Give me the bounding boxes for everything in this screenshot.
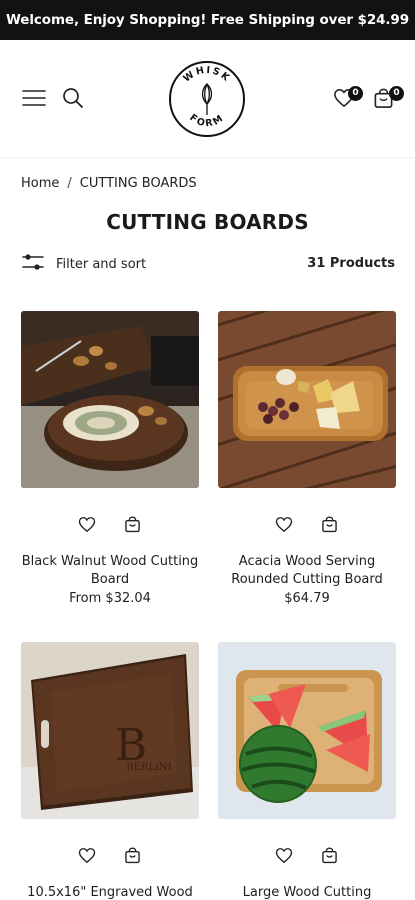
- heart-icon[interactable]: [78, 516, 96, 537]
- add-to-cart-icon[interactable]: [321, 516, 338, 537]
- product-price: From $32.04: [69, 591, 151, 606]
- breadcrumb: Home / CUTTING BOARDS: [21, 176, 197, 191]
- product-card[interactable]: Large Wood Cutting: [218, 642, 396, 900]
- wishlist-count-badge: 0: [348, 86, 363, 101]
- product-image-engraved-board[interactable]: B BERLINI: [21, 642, 199, 819]
- add-to-cart-icon[interactable]: [124, 847, 141, 868]
- search-icon[interactable]: [62, 87, 84, 109]
- product-image-acacia-board[interactable]: [218, 311, 396, 488]
- menu-icon[interactable]: [22, 88, 46, 108]
- add-to-cart-icon[interactable]: [321, 847, 338, 868]
- engraving-word: BERLINI: [126, 762, 172, 773]
- breadcrumb-current: CUTTING BOARDS: [79, 176, 197, 191]
- add-to-cart-icon[interactable]: [124, 516, 141, 537]
- breadcrumb-separator: /: [67, 176, 72, 191]
- product-image-large-wood-board[interactable]: [218, 642, 396, 819]
- whisk-form-logo[interactable]: WHISK FORM: [168, 60, 246, 138]
- breadcrumb-home-link[interactable]: Home: [21, 176, 59, 191]
- product-name[interactable]: Black Walnut Wood Cutting Board: [13, 553, 207, 589]
- product-count: 31 Products: [307, 256, 395, 271]
- cart-count-badge: 0: [389, 86, 404, 101]
- page-title: CUTTING BOARDS: [106, 210, 309, 234]
- filter-label: Filter and sort: [56, 256, 147, 272]
- filter-and-sort-button[interactable]: Filter and sort: [22, 252, 146, 276]
- product-card[interactable]: Acacia Wood Serving Rounded Cutting Boar…: [218, 311, 396, 606]
- sliders-icon: [22, 252, 44, 276]
- announcement-bar: Welcome, Enjoy Shopping! Free Shipping o…: [0, 0, 415, 40]
- product-card[interactable]: B BERLINI 10.5x16" Engraved Wood: [21, 642, 199, 900]
- site-header: WHISK FORM 0 0: [0, 40, 415, 158]
- header-divider: [0, 157, 415, 158]
- product-price: $64.79: [284, 591, 330, 606]
- product-name[interactable]: 10.5x16" Engraved Wood: [13, 884, 207, 900]
- product-card[interactable]: Black Walnut Wood Cutting Board From $32…: [21, 311, 199, 606]
- heart-icon[interactable]: [275, 847, 293, 868]
- heart-icon[interactable]: [275, 516, 293, 537]
- announcement-text: Welcome, Enjoy Shopping! Free Shipping o…: [5, 12, 410, 28]
- heart-icon[interactable]: [78, 847, 96, 868]
- product-image-black-walnut-board[interactable]: [21, 311, 199, 488]
- product-name[interactable]: Large Wood Cutting: [210, 884, 404, 900]
- product-name[interactable]: Acacia Wood Serving Rounded Cutting Boar…: [210, 553, 404, 589]
